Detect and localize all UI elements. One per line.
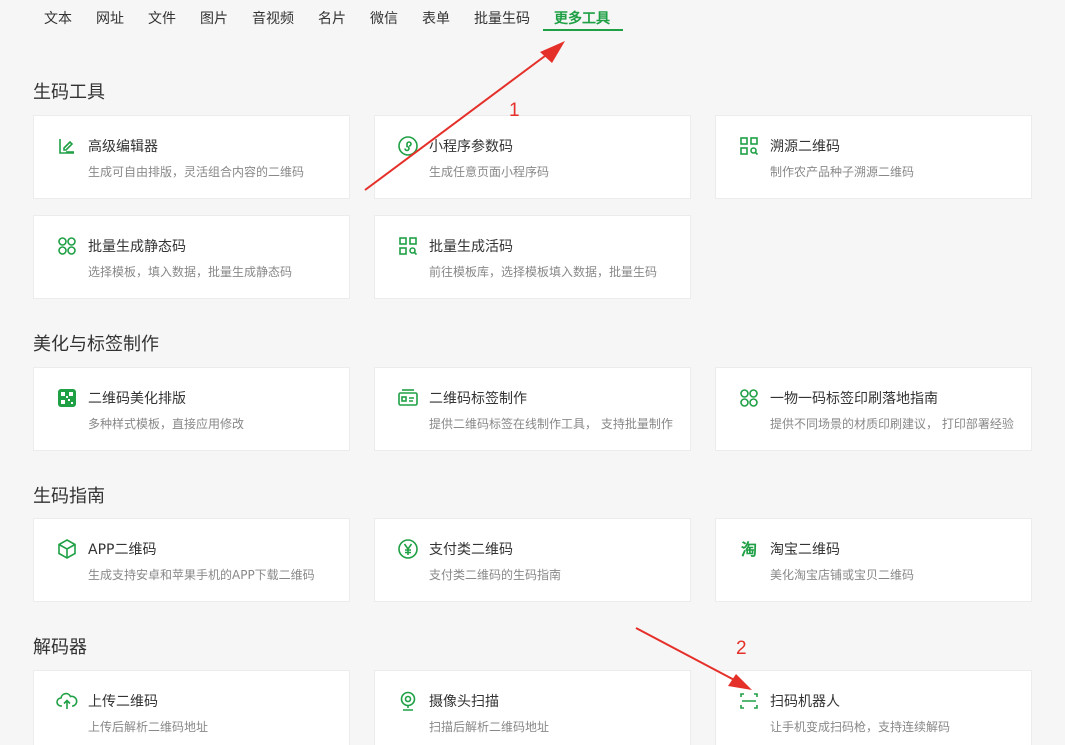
top-nav: 文本 网址 文件 图片 音视频 名片 微信 表单 批量生码 更多工具 <box>0 0 1065 32</box>
card-label-print-guide[interactable]: 一物一码标签印刷落地指南 提供不同场景的材质印刷建议， 打印部署经验 <box>715 367 1032 451</box>
label-icon <box>397 387 419 409</box>
scan-icon <box>738 690 760 712</box>
card-desc: 让手机变成扫码枪，支持连续解码 <box>770 720 951 734</box>
tab-audio-video[interactable]: 音视频 <box>252 8 294 28</box>
tab-wechat[interactable]: 微信 <box>370 8 398 28</box>
card-desc: 选择模板，填入数据，批量生成静态码 <box>88 265 293 279</box>
card-title: 摄像头扫描 <box>429 694 499 710</box>
section-title-code-guide: 生码指南 <box>33 486 105 507</box>
card-desc: 扫描后解析二维码地址 <box>429 720 550 734</box>
section-title-decoder: 解码器 <box>33 637 87 658</box>
card-desc: 前往模板库，选择模板填入数据，批量生码 <box>429 265 658 279</box>
tab-batch-generate[interactable]: 批量生码 <box>474 8 530 28</box>
card-qr-label-maker[interactable]: 二维码标签制作 提供二维码标签在线制作工具， 支持批量制作 <box>374 367 691 451</box>
taobao-icon: 淘 <box>738 538 760 560</box>
edit-icon <box>56 135 78 157</box>
card-title: 上传二维码 <box>88 694 158 710</box>
card-desc: 生成支持安卓和苹果手机的APP下载二维码 <box>88 568 315 582</box>
card-scan-robot[interactable]: 扫码机器人 让手机变成扫码枪，支持连续解码 <box>715 670 1032 745</box>
section-title-beautify-labels: 美化与标签制作 <box>33 334 159 355</box>
card-traceability-qr[interactable]: 溯源二维码 制作农产品种子溯源二维码 <box>715 115 1032 199</box>
card-title: 扫码机器人 <box>770 694 840 710</box>
cube-icon <box>56 538 78 560</box>
card-desc: 生成可自由排版，灵活组合内容的二维码 <box>88 165 305 179</box>
webcam-icon <box>397 690 419 712</box>
cloud-upload-icon <box>56 690 78 712</box>
qr-search-icon <box>738 135 760 157</box>
yen-icon <box>397 538 419 560</box>
card-payment-qr[interactable]: 支付类二维码 支付类二维码的生码指南 <box>374 518 691 602</box>
card-desc: 支付类二维码的生码指南 <box>429 568 562 582</box>
qr-search-icon <box>397 235 419 257</box>
miniprogram-icon <box>397 135 419 157</box>
card-advanced-editor[interactable]: 高级编辑器 生成可自由排版，灵活组合内容的二维码 <box>33 115 350 199</box>
card-qr-beautify[interactable]: 二维码美化排版 多种样式模板，直接应用修改 <box>33 367 350 451</box>
tab-url[interactable]: 网址 <box>96 8 124 28</box>
clover-icon <box>56 235 78 257</box>
card-desc: 提供二维码标签在线制作工具， 支持批量制作 <box>429 417 673 431</box>
tab-file[interactable]: 文件 <box>148 8 176 28</box>
card-batch-static-code[interactable]: 批量生成静态码 选择模板，填入数据，批量生成静态码 <box>33 215 350 299</box>
tab-more-tools[interactable]: 更多工具 <box>554 8 610 28</box>
tab-form[interactable]: 表单 <box>422 8 450 28</box>
card-title: 一物一码标签印刷落地指南 <box>770 391 938 407</box>
card-title: 支付类二维码 <box>429 542 513 558</box>
card-title: APP二维码 <box>88 542 157 558</box>
active-tab-indicator <box>543 29 623 31</box>
card-miniprogram-code[interactable]: 小程序参数码 生成任意页面小程序码 <box>374 115 691 199</box>
card-taobao-qr[interactable]: 淘 淘宝二维码 美化淘宝店铺或宝贝二维码 <box>715 518 1032 602</box>
card-upload-qr[interactable]: 上传二维码 上传后解析二维码地址 <box>33 670 350 745</box>
card-desc: 多种样式模板，直接应用修改 <box>88 417 245 431</box>
card-title: 小程序参数码 <box>429 139 513 155</box>
card-title: 高级编辑器 <box>88 139 158 155</box>
card-batch-live-code[interactable]: 批量生成活码 前往模板库，选择模板填入数据，批量生码 <box>374 215 691 299</box>
svg-text:淘: 淘 <box>741 540 757 559</box>
card-title: 二维码美化排版 <box>88 391 186 407</box>
card-title: 淘宝二维码 <box>770 542 840 558</box>
card-title: 批量生成活码 <box>429 239 513 255</box>
card-title: 溯源二维码 <box>770 139 840 155</box>
tab-text[interactable]: 文本 <box>44 8 72 28</box>
qr-art-icon <box>56 387 78 409</box>
card-title: 批量生成静态码 <box>88 239 186 255</box>
card-webcam-scan[interactable]: 摄像头扫描 扫描后解析二维码地址 <box>374 670 691 745</box>
card-desc: 上传后解析二维码地址 <box>88 720 209 734</box>
clover-icon <box>738 387 760 409</box>
card-title: 二维码标签制作 <box>429 391 527 407</box>
annotation-number-1: 1 <box>509 100 520 121</box>
card-desc: 美化淘宝店铺或宝贝二维码 <box>770 568 915 582</box>
card-desc: 生成任意页面小程序码 <box>429 165 550 179</box>
card-desc: 制作农产品种子溯源二维码 <box>770 165 915 179</box>
card-app-qr[interactable]: APP二维码 生成支持安卓和苹果手机的APP下载二维码 <box>33 518 350 602</box>
annotation-number-2: 2 <box>736 638 747 659</box>
tab-business-card[interactable]: 名片 <box>318 8 346 28</box>
tab-image[interactable]: 图片 <box>200 8 228 28</box>
card-desc: 提供不同场景的材质印刷建议， 打印部署经验 <box>770 417 1014 431</box>
section-title-code-tools: 生码工具 <box>33 82 105 103</box>
